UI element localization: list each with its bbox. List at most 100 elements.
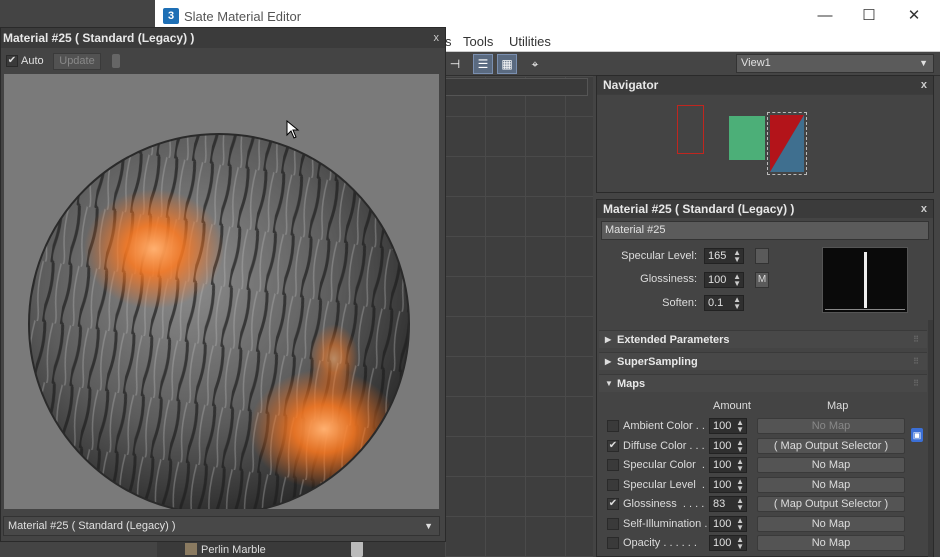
cursor-icon — [286, 120, 300, 139]
chevron-down-icon: ▼ — [424, 521, 433, 531]
lock-icon[interactable]: ▣ — [911, 428, 923, 442]
rollout-label: Extended Parameters — [617, 334, 730, 346]
map-row-specular-color: Specular Color . 100 ▲ ▼ No Map — [597, 456, 917, 475]
close-icon[interactable]: x — [434, 28, 440, 48]
close-icon[interactable]: ✕ — [902, 6, 926, 26]
update-button[interactable]: Update — [53, 53, 101, 70]
map-amount-spinner[interactable]: 100 ▲ ▼ — [709, 516, 747, 532]
minimize-icon[interactable]: — — [813, 6, 837, 26]
map-label: Self-Illumination . — [623, 518, 708, 530]
toolbar-select-icon[interactable]: ⌖ — [525, 54, 545, 74]
rollout-supersampling[interactable]: ▶ SuperSampling ⠿ — [599, 352, 927, 370]
map-amount-spinner[interactable]: 100 ▲ ▼ — [709, 477, 747, 493]
map-slot-button[interactable]: ( Map Output Selector ) — [757, 496, 905, 512]
grip-icon[interactable]: ⠿ — [913, 375, 919, 393]
map-enable-checkbox[interactable] — [607, 479, 619, 491]
auto-label: Auto — [21, 55, 44, 67]
view-canvas[interactable] — [445, 76, 593, 557]
preview-select-value: Material #25 ( Standard (Legacy) ) — [8, 520, 176, 532]
close-icon[interactable]: x — [921, 200, 927, 218]
map-label: Specular Color . — [623, 459, 705, 471]
preview-material-select[interactable]: Material #25 ( Standard (Legacy) ) ▼ — [3, 516, 440, 536]
soften-value: 0.1 — [708, 297, 724, 309]
glossiness-spinner[interactable]: 100 ▲ ▼ — [704, 272, 744, 288]
map-amount-spinner[interactable]: 100 ▲ ▼ — [709, 457, 747, 473]
perlin-marble-label: Perlin Marble — [201, 544, 266, 556]
map-enable-checkbox[interactable]: ✔ — [607, 498, 619, 510]
panel-scrollbar[interactable] — [928, 320, 933, 557]
map-slot-button[interactable]: No Map — [757, 457, 905, 473]
close-icon[interactable]: x — [921, 76, 927, 94]
soften-spinner[interactable]: 0.1 ▲ ▼ — [704, 295, 744, 311]
map-amount-spinner[interactable]: 83 ▲ ▼ — [709, 496, 747, 512]
navigator-panel: Navigator x — [596, 75, 934, 193]
auto-checkbox[interactable]: ✔ — [6, 55, 18, 67]
material-name-field[interactable]: Material #25 — [601, 221, 929, 240]
map-enable-checkbox[interactable] — [607, 420, 619, 432]
map-row-ambient: Ambient Color . . 100 ▲ ▼ No Map — [597, 417, 917, 436]
node-icon[interactable] — [351, 541, 363, 557]
highlight-curve — [864, 252, 867, 308]
spinner-arrows-icon[interactable]: ▲ ▼ — [736, 439, 744, 454]
toolbar-layout-icon[interactable]: ⊣ — [445, 54, 465, 74]
specular-level-value: 165 — [708, 250, 727, 262]
view-tab[interactable] — [445, 78, 588, 96]
navigator-title-text: Navigator — [603, 78, 659, 92]
map-slot-button[interactable]: ( Map Output Selector ) — [757, 438, 905, 454]
map-enable-checkbox[interactable] — [607, 537, 619, 549]
spinner-arrows-icon[interactable]: ▲ ▼ — [736, 458, 744, 473]
material-preview-render[interactable] — [4, 74, 439, 515]
rollout-extended-parameters[interactable]: ▶ Extended Parameters ⠿ — [599, 330, 927, 348]
perlin-marble-icon — [185, 543, 197, 555]
rollout-maps[interactable]: ▼ Maps ⠿ — [599, 374, 927, 392]
maps-header-amount: Amount — [713, 400, 751, 412]
maximize-icon[interactable]: ☐ — [857, 6, 881, 26]
menu-item-partial[interactable]: s — [445, 34, 455, 49]
specular-highlight-graph — [822, 247, 908, 313]
map-label: Specular Level . — [623, 479, 705, 491]
spinner-arrows-icon[interactable]: ▲ ▼ — [736, 419, 744, 434]
map-amount-spinner[interactable]: 100 ▲ ▼ — [709, 438, 747, 454]
menu-item-tools[interactable]: Tools — [463, 34, 493, 49]
toolbar-grid-icon[interactable]: ▦ — [497, 54, 517, 74]
map-slot-button[interactable]: No Map — [757, 516, 905, 532]
toolbar-hide-icon[interactable]: ☰ — [473, 54, 493, 74]
glossiness-map-button[interactable]: M — [755, 272, 769, 288]
map-amount-spinner[interactable]: 100 ▲ ▼ — [709, 535, 747, 551]
spinner-arrows-icon[interactable]: ▲ ▼ — [733, 249, 741, 264]
map-slot-button[interactable]: No Map — [757, 418, 905, 434]
map-label: Ambient Color . . — [623, 420, 705, 432]
soften-label: Soften: — [662, 297, 697, 309]
map-slot-button[interactable]: No Map — [757, 477, 905, 493]
chevron-right-icon: ▶ — [605, 357, 612, 366]
map-label: Glossiness . . . . — [623, 498, 705, 510]
navigator-view[interactable] — [597, 95, 933, 192]
perlin-marble-item[interactable]: Perlin Marble — [185, 543, 266, 557]
map-label: Diffuse Color . . . — [623, 440, 705, 452]
map-amount-value: 100 — [713, 420, 732, 432]
spinner-arrows-icon[interactable]: ▲ ▼ — [736, 478, 744, 493]
grip-icon[interactable]: ⠿ — [913, 353, 919, 371]
navigator-node-green — [729, 116, 765, 160]
map-enable-checkbox[interactable]: ✔ — [607, 440, 619, 452]
map-enable-checkbox[interactable] — [607, 518, 619, 530]
map-enable-checkbox[interactable] — [607, 459, 619, 471]
spinner-arrows-icon[interactable]: ▲ ▼ — [733, 273, 741, 288]
preview-titlebar[interactable]: Material #25 ( Standard (Legacy) ) x — [1, 28, 445, 48]
view-select[interactable]: View1 ▼ — [736, 54, 934, 73]
specular-level-map-button[interactable] — [755, 248, 769, 264]
menu-item-utilities[interactable]: Utilities — [509, 34, 551, 49]
spinner-arrows-icon[interactable]: ▲ ▼ — [736, 517, 744, 532]
map-slot-button[interactable]: No Map — [757, 535, 905, 551]
spinner-arrows-icon[interactable]: ▲ ▼ — [733, 296, 741, 311]
map-label: Opacity . . . . . . — [623, 537, 697, 549]
specular-level-spinner[interactable]: 165 ▲ ▼ — [704, 248, 744, 264]
spinner-arrows-icon[interactable]: ▲ ▼ — [736, 497, 744, 512]
navigator-title: Navigator x — [597, 76, 933, 94]
map-amount-spinner[interactable]: 100 ▲ ▼ — [709, 418, 747, 434]
grip-icon[interactable]: ⠿ — [913, 331, 919, 349]
navigator-viewport-rect[interactable] — [677, 105, 704, 154]
pin-icon[interactable] — [112, 54, 120, 68]
specular-level-label: Specular Level: — [621, 250, 697, 262]
spinner-arrows-icon[interactable]: ▲ ▼ — [736, 536, 744, 551]
